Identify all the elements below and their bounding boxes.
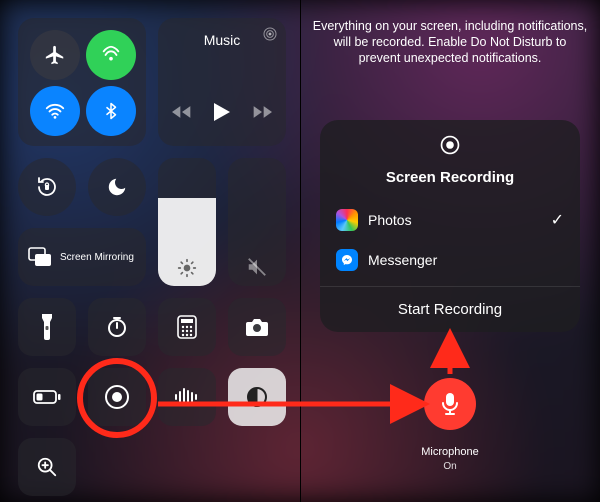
connectivity-group bbox=[18, 18, 146, 146]
media-playback-group[interactable]: Music bbox=[158, 18, 286, 146]
camera-button[interactable] bbox=[228, 298, 286, 356]
start-recording-button[interactable]: Start Recording bbox=[320, 286, 580, 332]
timer-button[interactable] bbox=[88, 298, 146, 356]
hearing-button[interactable] bbox=[158, 368, 216, 426]
microphone-icon bbox=[440, 392, 460, 416]
record-target-photos[interactable]: Photos ✓ bbox=[320, 200, 580, 240]
brightness-icon bbox=[158, 258, 216, 278]
calculator-button[interactable] bbox=[158, 298, 216, 356]
flashlight-button[interactable] bbox=[18, 298, 76, 356]
screen-recording-pane: Everything on your screen, including not… bbox=[300, 0, 600, 502]
microphone-state: On bbox=[300, 461, 600, 472]
screen-mirroring-icon bbox=[28, 247, 52, 267]
low-power-mode-button[interactable] bbox=[18, 368, 76, 426]
moon-icon bbox=[106, 176, 128, 198]
volume-mute-icon bbox=[246, 256, 268, 278]
battery-icon bbox=[33, 390, 61, 404]
screen-record-icon bbox=[104, 384, 130, 410]
screen-recording-title: Screen Recording bbox=[320, 169, 580, 186]
waveform-icon bbox=[174, 388, 200, 406]
airplane-icon bbox=[44, 44, 66, 66]
bluetooth-toggle[interactable] bbox=[86, 86, 136, 136]
volume-slider[interactable] bbox=[228, 158, 286, 286]
do-not-disturb-toggle[interactable] bbox=[88, 158, 146, 216]
flashlight-icon bbox=[40, 314, 54, 340]
media-rewind-button[interactable] bbox=[172, 105, 192, 124]
recording-instructions-text: Everything on your screen, including not… bbox=[312, 18, 588, 66]
photos-app-icon bbox=[336, 209, 358, 231]
cellular-data-toggle[interactable] bbox=[86, 30, 136, 80]
dark-mode-icon bbox=[245, 385, 269, 409]
wifi-toggle[interactable] bbox=[30, 86, 80, 136]
magnifier-icon bbox=[36, 456, 58, 478]
microphone-label: Microphone bbox=[300, 446, 600, 458]
microphone-toggle[interactable] bbox=[424, 378, 476, 430]
camera-icon bbox=[245, 317, 269, 337]
magnifier-button[interactable] bbox=[18, 438, 76, 496]
rotation-lock-icon bbox=[35, 175, 59, 199]
media-title: Music bbox=[158, 32, 286, 48]
checkmark-icon: ✓ bbox=[551, 210, 564, 230]
brightness-slider[interactable] bbox=[158, 158, 216, 286]
screen-record-button[interactable] bbox=[88, 368, 146, 426]
media-forward-button[interactable] bbox=[252, 105, 272, 124]
rotation-lock-toggle[interactable] bbox=[18, 158, 76, 216]
dark-mode-button[interactable] bbox=[228, 368, 286, 426]
control-center-pane: Music Screen Mirroring bbox=[0, 0, 300, 502]
record-target-messenger[interactable]: Messenger bbox=[320, 240, 580, 280]
record-target-label: Messenger bbox=[368, 252, 437, 268]
cellular-icon bbox=[100, 44, 122, 66]
messenger-app-icon bbox=[336, 249, 358, 271]
screen-mirroring-label: Screen Mirroring bbox=[60, 252, 134, 263]
timer-icon bbox=[105, 315, 129, 339]
bluetooth-icon bbox=[102, 100, 120, 122]
screen-recording-panel: Screen Recording Photos ✓ Messenger Star… bbox=[320, 120, 580, 332]
screen-record-icon bbox=[439, 134, 461, 156]
record-target-label: Photos bbox=[368, 212, 412, 228]
airplane-mode-toggle[interactable] bbox=[30, 30, 80, 80]
calculator-icon bbox=[177, 315, 197, 339]
screen-mirroring-button[interactable]: Screen Mirroring bbox=[18, 228, 146, 286]
wifi-icon bbox=[44, 100, 66, 122]
media-play-button[interactable] bbox=[214, 103, 230, 126]
